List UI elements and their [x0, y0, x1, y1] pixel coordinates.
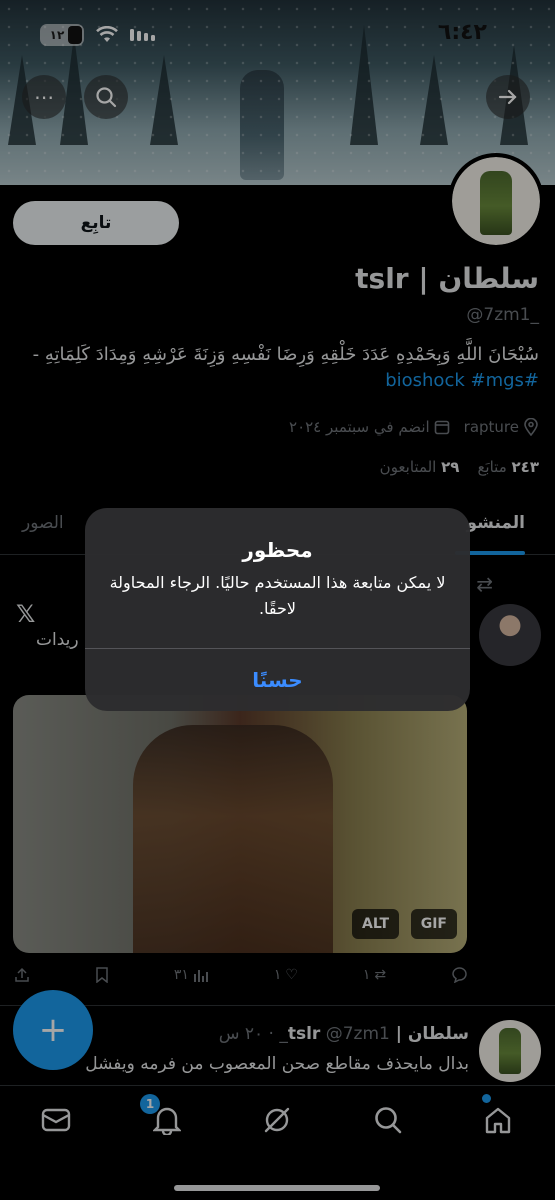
alert-message: لا يمكن متابعة هذا المستخدم حاليًا. الرج…	[109, 573, 446, 618]
alert-ok-button[interactable]: حسنًا	[85, 649, 470, 711]
blocked-alert: محظور لا يمكن متابعة هذا المستخدم حاليًا…	[85, 508, 470, 711]
battery-level: ١٢	[49, 28, 65, 42]
alert-title: محظور	[242, 538, 313, 562]
